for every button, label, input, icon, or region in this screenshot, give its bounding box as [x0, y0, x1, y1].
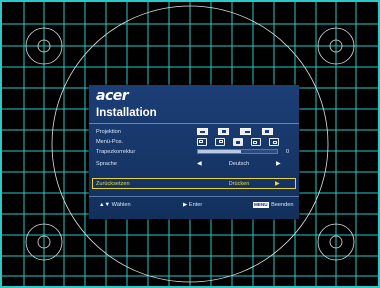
- reset-value: Drücken: [228, 181, 250, 187]
- keystone-slider-fill: [198, 150, 242, 153]
- osd-menu: acer Installation Projektion Menü-Pos. T…: [89, 85, 299, 219]
- menu-position-center-icon[interactable]: [233, 138, 243, 146]
- keystone-value: 0: [286, 149, 290, 155]
- menu-key-icon: MENU: [253, 202, 269, 208]
- projection-rear-icon[interactable]: [240, 128, 251, 135]
- footer-exit: MENU Beenden: [253, 201, 294, 209]
- row-projection[interactable]: Projektion: [89, 127, 299, 137]
- row-reset-selected[interactable]: Zurücksetzen Drücken ▶: [92, 178, 296, 189]
- footer-enter: ▶ Enter: [183, 201, 202, 209]
- row-label: Zurücksetzen: [96, 181, 130, 187]
- row-label: Projektion: [96, 129, 121, 135]
- menu-position-top-right-icon[interactable]: [215, 138, 225, 146]
- row-label: Sprache: [96, 161, 117, 167]
- footer-divider: [89, 196, 299, 197]
- title-divider: [89, 123, 299, 124]
- projection-rear-ceiling-icon[interactable]: [262, 128, 273, 135]
- projection-front-icon[interactable]: [197, 128, 208, 135]
- arrow-right-icon[interactable]: ▶: [276, 159, 281, 169]
- menu-position-bottom-left-icon[interactable]: [251, 138, 261, 146]
- row-keystone[interactable]: Trapezkorrektur 0: [89, 147, 299, 157]
- play-arrow-icon: ▶: [183, 202, 188, 208]
- row-language[interactable]: Sprache ◀ Deutsch ▶: [89, 159, 299, 169]
- arrow-right-icon[interactable]: ▶: [275, 179, 280, 189]
- row-label: Menü-Pos.: [96, 139, 124, 145]
- menu-position-top-left-icon[interactable]: [197, 138, 207, 146]
- enter-label: Enter: [188, 202, 203, 208]
- exit-label: Beenden: [271, 202, 294, 208]
- keystone-slider[interactable]: [197, 149, 278, 154]
- projection-front-ceiling-icon[interactable]: [218, 128, 229, 135]
- arrow-left-icon[interactable]: ◀: [197, 159, 202, 169]
- brand-logo: acer: [96, 88, 129, 104]
- select-label: Wählen: [111, 202, 131, 208]
- footer-select: ▲▼ Wählen: [99, 201, 131, 209]
- row-menu-position[interactable]: Menü-Pos.: [89, 137, 299, 147]
- up-down-arrows-icon: ▲▼: [99, 202, 111, 208]
- test-pattern-screen: acer Installation Projektion Menü-Pos. T…: [0, 0, 380, 288]
- menu-position-bottom-right-icon[interactable]: [269, 138, 279, 146]
- menu-title: Installation: [96, 107, 157, 119]
- row-label: Trapezkorrektur: [96, 149, 136, 155]
- language-value: Deutsch: [228, 161, 250, 167]
